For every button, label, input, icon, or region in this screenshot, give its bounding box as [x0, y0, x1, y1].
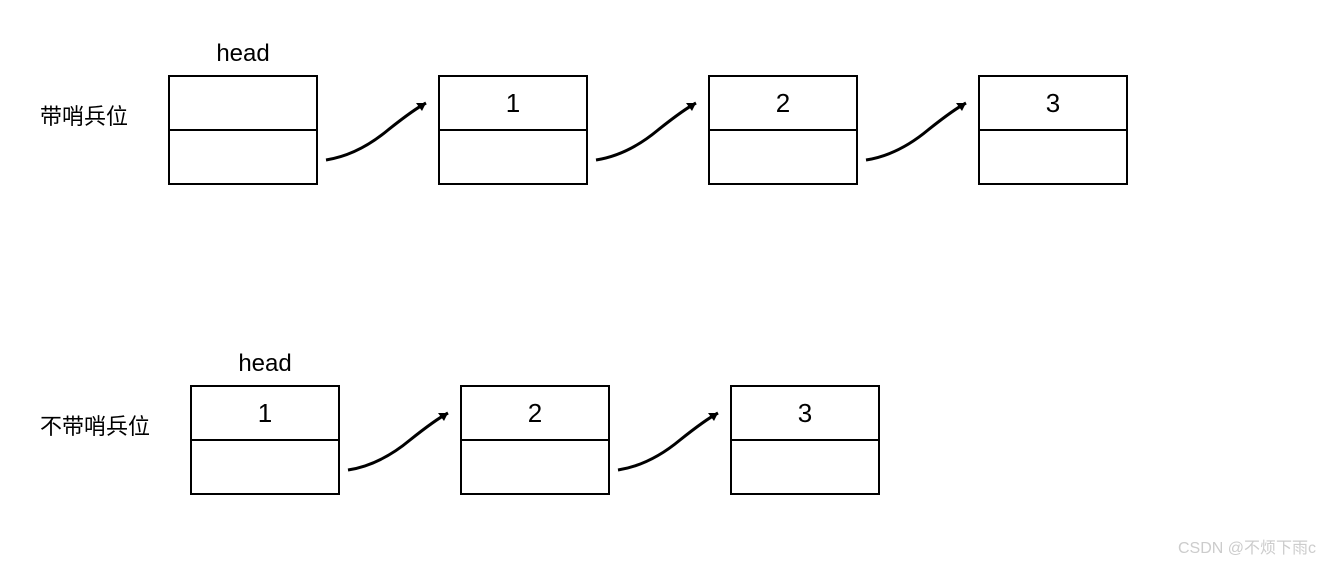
- linked-list-node: 2: [460, 385, 610, 495]
- arrow-icon: [588, 75, 708, 185]
- node-data: 2: [710, 77, 856, 131]
- node-data: 3: [980, 77, 1126, 131]
- watermark: CSDN @不烦下雨c: [1178, 534, 1316, 558]
- node-1: 1: [438, 75, 588, 185]
- head-label-2: head: [238, 350, 291, 378]
- head-label-1: head: [216, 40, 269, 68]
- arrow-icon: [340, 385, 460, 495]
- linked-list-node: 1: [438, 75, 588, 185]
- linked-list-node: 1: [190, 385, 340, 495]
- linked-list-node: 2: [708, 75, 858, 185]
- node-2: 2: [460, 385, 610, 495]
- node-3: 3: [978, 75, 1128, 185]
- arrow-icon: [858, 75, 978, 185]
- linked-list-node: [168, 75, 318, 185]
- node-next: [462, 441, 608, 493]
- node-3: 3: [730, 385, 880, 495]
- node-data: 1: [192, 387, 338, 441]
- arrow-icon: [610, 385, 730, 495]
- node-2: 2: [708, 75, 858, 185]
- node-next: [710, 131, 856, 183]
- node-data: [170, 77, 316, 131]
- node-data: 1: [440, 77, 586, 131]
- row-without-sentinel: 不带哨兵位 head 1 2 3: [40, 385, 880, 495]
- node-data: 2: [462, 387, 608, 441]
- node-next: [732, 441, 878, 493]
- row-with-sentinel: 带哨兵位 head 1 2: [40, 75, 1128, 185]
- row2-label: 不带哨兵位: [40, 409, 150, 441]
- node-next: [980, 131, 1126, 183]
- arrow-icon: [318, 75, 438, 185]
- node-next: [192, 441, 338, 493]
- node-next: [440, 131, 586, 183]
- node-sentinel: head: [168, 75, 318, 185]
- linked-list-node: 3: [978, 75, 1128, 185]
- node-next: [170, 131, 316, 183]
- row1-label: 带哨兵位: [40, 99, 128, 131]
- node-data: 3: [732, 387, 878, 441]
- linked-list-node: 3: [730, 385, 880, 495]
- node-1: head 1: [190, 385, 340, 495]
